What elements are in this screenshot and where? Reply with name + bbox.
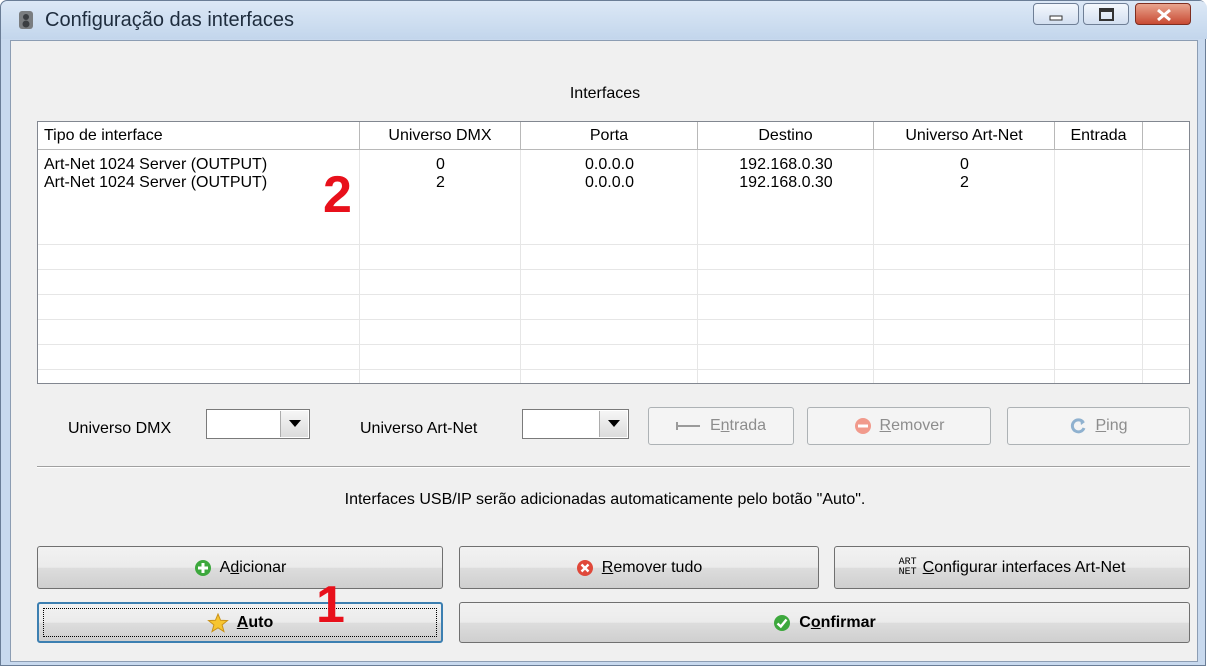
adicionar-button[interactable]: Adicionar [37,546,443,589]
configurar-label: Configurar interfaces Art-Net [922,558,1126,576]
plus-circle-icon [194,559,211,576]
dialog-client-area: Interfaces Tipo de interface Universo DM… [10,40,1198,662]
dropdown-button[interactable] [280,411,308,437]
column-header-destino[interactable]: Destino [698,122,874,149]
table-header: Tipo de interface Universo DMX Porta Des… [38,122,1189,150]
column-header-entrada[interactable]: Entrada [1055,122,1143,149]
arrow-in-icon [675,422,700,430]
dialog-window: Configuração das interfaces Interfaces T… [0,0,1207,666]
close-button[interactable] [1135,3,1191,25]
column-header-universo-artnet[interactable]: Universo Art-Net [874,122,1055,149]
minimize-icon [1049,15,1063,21]
entrada-button[interactable]: Entrada [648,407,794,445]
confirmar-button[interactable]: Confirmar [459,602,1190,643]
column-header-tipo[interactable]: Tipo de interface [38,122,360,149]
configurar-artnet-button[interactable]: ART NET Configurar interfaces Art-Net [834,546,1190,589]
artnet-logo-icon: ART NET [898,556,917,578]
table-cell-tipo[interactable]: Art-Net 1024 Server (OUTPUT) [44,174,267,192]
title-bar[interactable]: Configuração das interfaces [1,1,1207,39]
maximize-button[interactable] [1083,3,1129,25]
remover-label: Remover [879,417,945,434]
grid-divider [38,344,1189,345]
focus-rectangle [43,608,437,637]
minimize-button[interactable] [1033,3,1079,25]
table-cell-universo-artnet[interactable]: 2 [874,174,1055,192]
interfaces-table[interactable]: Tipo de interface Universo DMX Porta Des… [37,121,1190,384]
close-icon [1157,8,1171,22]
annotation-marker-1: 1 [316,576,345,634]
ping-label: Ping [1095,417,1128,434]
table-cell-destino[interactable]: 192.168.0.30 [698,156,874,174]
separator [37,466,1190,468]
x-circle-icon [576,559,593,576]
remover-button[interactable]: Remover [807,407,991,445]
column-header-universo-dmx[interactable]: Universo DMX [360,122,521,149]
entrada-label: Entrada [709,417,767,434]
check-circle-icon [774,614,791,631]
table-cell-universo-artnet[interactable]: 0 [874,156,1055,174]
info-text: Interfaces USB/IP serão adicionadas auto… [344,491,866,508]
table-cell-entrada[interactable] [1055,174,1143,192]
adicionar-label: Adicionar [219,558,287,576]
table-cell-porta[interactable]: 0.0.0.0 [521,156,698,174]
window-title: Configuração das interfaces [45,9,295,31]
dropdown-button[interactable] [599,411,627,437]
auto-button[interactable]: Auto [37,602,443,643]
grid-divider [38,244,1189,245]
table-cell-tipo[interactable]: Art-Net 1024 Server (OUTPUT) [44,156,267,174]
confirmar-label: Confirmar [799,613,876,631]
universo-artnet-label: Universo Art-Net [360,420,478,437]
section-title: Interfaces [569,85,641,102]
chevron-down-icon [608,420,620,427]
remover-tudo-button[interactable]: Remover tudo [459,546,819,589]
table-cell-entrada[interactable] [1055,156,1143,174]
chevron-down-icon [289,420,301,427]
refresh-icon [1071,418,1086,434]
grid-divider [38,269,1189,270]
remover-tudo-label: Remover tudo [601,558,703,576]
universo-dmx-label: Universo DMX [68,420,172,437]
grid-divider [38,369,1189,370]
table-cell-destino[interactable]: 192.168.0.30 [698,174,874,192]
universo-artnet-select[interactable] [522,409,629,439]
maximize-icon [1099,8,1114,21]
annotation-marker-2: 2 [323,166,352,224]
grid-divider [38,319,1189,320]
table-cell-porta[interactable]: 0.0.0.0 [521,174,698,192]
ping-button[interactable]: Ping [1007,407,1190,445]
grid-divider [38,294,1189,295]
column-header-porta[interactable]: Porta [521,122,698,149]
universo-dmx-select[interactable] [206,409,310,439]
table-cell-universo-dmx[interactable]: 0 [360,156,521,174]
table-cell-universo-dmx[interactable]: 2 [360,174,521,192]
minus-circle-icon [854,418,871,434]
speaker-app-icon [19,11,33,29]
